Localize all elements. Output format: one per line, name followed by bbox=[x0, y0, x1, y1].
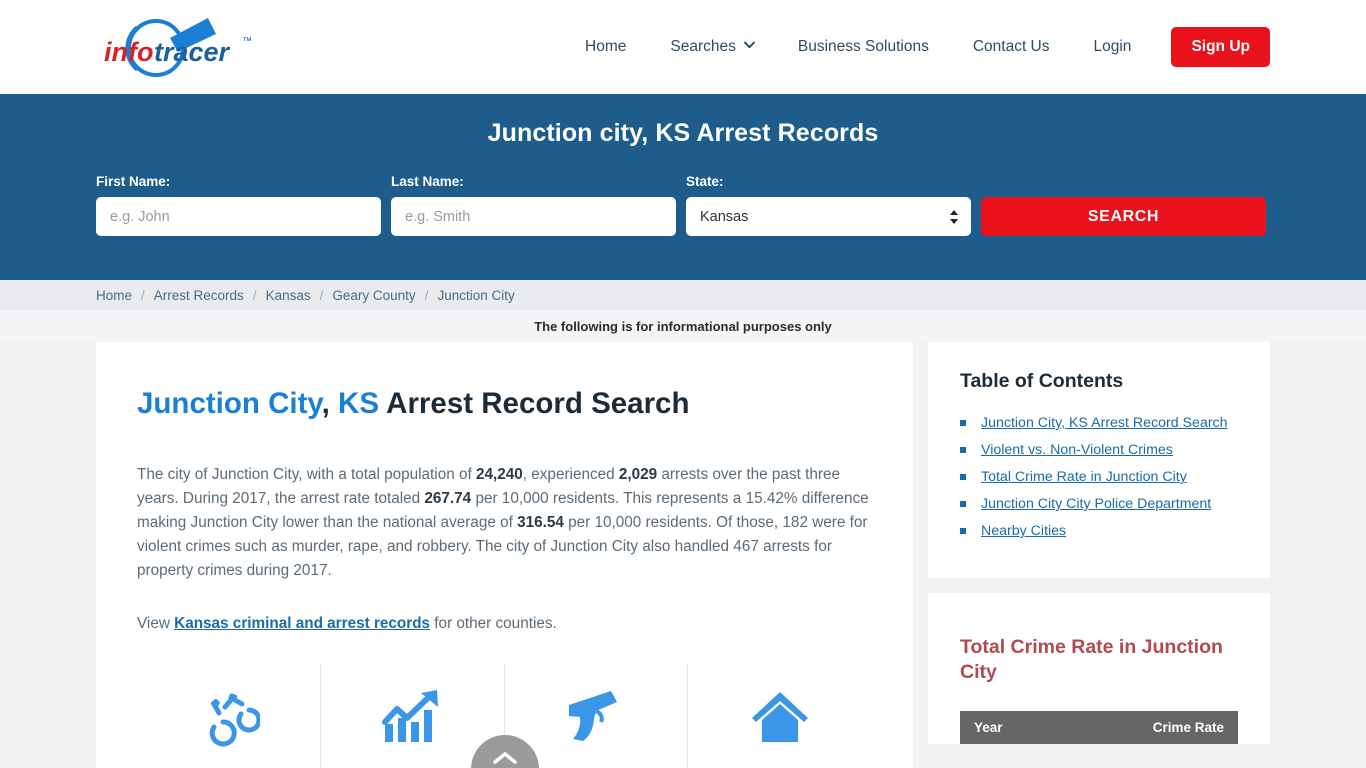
last-name-input[interactable] bbox=[391, 197, 676, 236]
main-navigation: Home Searches Business Solutions Contact… bbox=[563, 0, 1270, 94]
site-logo[interactable]: info tracer ™ bbox=[96, 12, 276, 82]
stat-arrest-rate: 267.74 bbox=[424, 490, 472, 508]
last-name-field-group: Last Name: bbox=[391, 174, 676, 236]
breadcrumb: Home / Arrest Records / Kansas / Geary C… bbox=[0, 280, 1366, 310]
nav-home-label: Home bbox=[585, 38, 627, 55]
view-suffix: for other counties. bbox=[430, 615, 557, 633]
table-header-row: Year Crime Rate bbox=[960, 710, 1238, 744]
toc-link-arrest-record-search[interactable]: Junction City, KS Arrest Record Search bbox=[981, 413, 1228, 433]
page-title-rest: Arrest Record Search bbox=[379, 387, 690, 420]
table-of-contents-title: Table of Contents bbox=[960, 370, 1124, 392]
breadcrumb-separator: / bbox=[141, 287, 145, 303]
search-form: First Name: Last Name: State: Kansas bbox=[96, 174, 1270, 236]
icon-cell-handcuffs[interactable] bbox=[137, 665, 321, 768]
list-item[interactable]: Nearby Cities bbox=[960, 521, 1238, 541]
site-header: info tracer ™ Home Searches Business Sol… bbox=[0, 0, 1366, 94]
list-item[interactable]: Total Crime Rate in Junction City bbox=[960, 467, 1238, 487]
state-field-group: State: Kansas bbox=[686, 174, 971, 236]
list-item[interactable]: Junction City City Police Department bbox=[960, 494, 1238, 514]
breadcrumb-current: Junction City bbox=[437, 287, 515, 303]
nav-login[interactable]: Login bbox=[1072, 38, 1154, 56]
toc-link-violent-vs-nonviolent[interactable]: Violent vs. Non-Violent Crimes bbox=[981, 440, 1173, 460]
sidebar: Table of Contents Junction City, KS Arre… bbox=[928, 342, 1270, 744]
svg-text:tracer: tracer bbox=[154, 37, 231, 67]
first-name-label: First Name: bbox=[96, 174, 171, 189]
magnifier-logo-icon: info tracer ™ bbox=[104, 18, 252, 77]
page-title-city: Junction City bbox=[137, 387, 322, 420]
search-button[interactable]: SEARCH bbox=[981, 197, 1266, 236]
breadcrumb-item-arrest-records[interactable]: Arrest Records bbox=[154, 288, 244, 303]
nav-business-solutions-label: Business Solutions bbox=[797, 38, 929, 55]
breadcrumb-separator: / bbox=[424, 287, 429, 303]
disclaimer-band: The following is for informational purpo… bbox=[0, 310, 1366, 342]
intro-paragraph: The city of Junction City, with a total … bbox=[137, 463, 872, 583]
list-item[interactable]: Junction City, KS Arrest Record Search bbox=[960, 413, 1238, 433]
view-prefix: View bbox=[137, 615, 175, 633]
table-of-contents-card: Table of Contents Junction City, KS Arre… bbox=[928, 342, 1270, 578]
page-title-state: KS bbox=[329, 387, 380, 420]
nav-home[interactable]: Home bbox=[563, 38, 648, 56]
disclaimer-text: The following is for informational purpo… bbox=[534, 318, 832, 334]
handcuffs-icon bbox=[210, 693, 261, 747]
crime-rate-table-head: Year Crime Rate bbox=[960, 710, 1238, 744]
svg-text:™: ™ bbox=[242, 36, 252, 47]
hero-title: Junction city, KS Arrest Records bbox=[487, 119, 879, 147]
total-crime-rate-card: Total Crime Rate in Junction City Year C… bbox=[928, 593, 1270, 744]
nav-searches-label: Searches bbox=[670, 38, 736, 55]
breadcrumb-separator: / bbox=[319, 287, 324, 303]
toc-link-total-crime-rate[interactable]: Total Crime Rate in Junction City bbox=[981, 467, 1187, 487]
stat-national-average: 316.54 bbox=[517, 514, 564, 532]
page-title: Junction City, KS Arrest Record Search bbox=[137, 386, 872, 421]
svg-text:info: info bbox=[104, 37, 153, 67]
first-name-input[interactable] bbox=[96, 197, 381, 236]
breadcrumb-separator: / bbox=[252, 287, 257, 303]
bullet-icon bbox=[960, 420, 966, 426]
nav-login-label: Login bbox=[1093, 38, 1132, 55]
main-content-card: Junction City, KS Arrest Record Search T… bbox=[96, 342, 913, 768]
nav-contact-us-label: Contact Us bbox=[972, 38, 1050, 55]
para-seg-1: The city of Junction City, with a total … bbox=[137, 466, 476, 484]
state-select-wrapper: Kansas bbox=[686, 197, 971, 236]
growth-chart-icon bbox=[382, 689, 439, 742]
icon-cell-house[interactable] bbox=[688, 665, 872, 768]
state-select[interactable]: Kansas bbox=[686, 197, 971, 236]
list-item[interactable]: Violent vs. Non-Violent Crimes bbox=[960, 440, 1238, 460]
stat-arrests: 2,029 bbox=[618, 466, 658, 484]
hero-search-band: Junction city, KS Arrest Records First N… bbox=[0, 94, 1366, 280]
breadcrumb-item-kansas[interactable]: Kansas bbox=[266, 288, 311, 303]
bullet-icon bbox=[960, 501, 966, 507]
first-name-field-group: First Name: bbox=[96, 174, 381, 236]
column-header-year: Year bbox=[960, 710, 1061, 744]
chevron-down-icon bbox=[743, 41, 755, 51]
view-other-counties-line: View Kansas criminal and arrest records … bbox=[137, 612, 872, 636]
bullet-icon bbox=[960, 528, 966, 534]
page-title-comma: , bbox=[321, 387, 330, 420]
breadcrumb-item-geary-county[interactable]: Geary County bbox=[332, 288, 415, 303]
nav-contact-us[interactable]: Contact Us bbox=[951, 38, 1072, 56]
state-label: State: bbox=[686, 174, 724, 189]
bullet-icon bbox=[960, 474, 966, 480]
page-body: Junction City, KS Arrest Record Search T… bbox=[0, 342, 1366, 768]
house-icon bbox=[752, 691, 809, 742]
last-name-label: Last Name: bbox=[391, 174, 464, 189]
chevron-up-icon bbox=[492, 752, 517, 765]
stat-population: 24,240 bbox=[475, 466, 523, 484]
para-seg-2: , experienced bbox=[522, 466, 619, 484]
gun-icon bbox=[568, 690, 617, 741]
sign-up-button[interactable]: Sign Up bbox=[1171, 27, 1270, 67]
kansas-records-link[interactable]: Kansas criminal and arrest records bbox=[174, 615, 430, 632]
bullet-icon bbox=[960, 447, 966, 453]
column-header-crime-rate: Crime Rate bbox=[1060, 710, 1238, 744]
nav-business-solutions[interactable]: Business Solutions bbox=[776, 38, 951, 56]
total-crime-rate-title: Total Crime Rate in Junction City bbox=[960, 636, 1223, 683]
breadcrumb-item-home[interactable]: Home bbox=[96, 288, 132, 303]
toc-link-police-department[interactable]: Junction City City Police Department bbox=[981, 494, 1211, 514]
crime-rate-table: Year Crime Rate bbox=[960, 710, 1238, 744]
table-of-contents-list: Junction City, KS Arrest Record Search V… bbox=[960, 413, 1238, 541]
nav-searches[interactable]: Searches bbox=[648, 38, 775, 56]
toc-link-nearby-cities[interactable]: Nearby Cities bbox=[981, 521, 1066, 541]
